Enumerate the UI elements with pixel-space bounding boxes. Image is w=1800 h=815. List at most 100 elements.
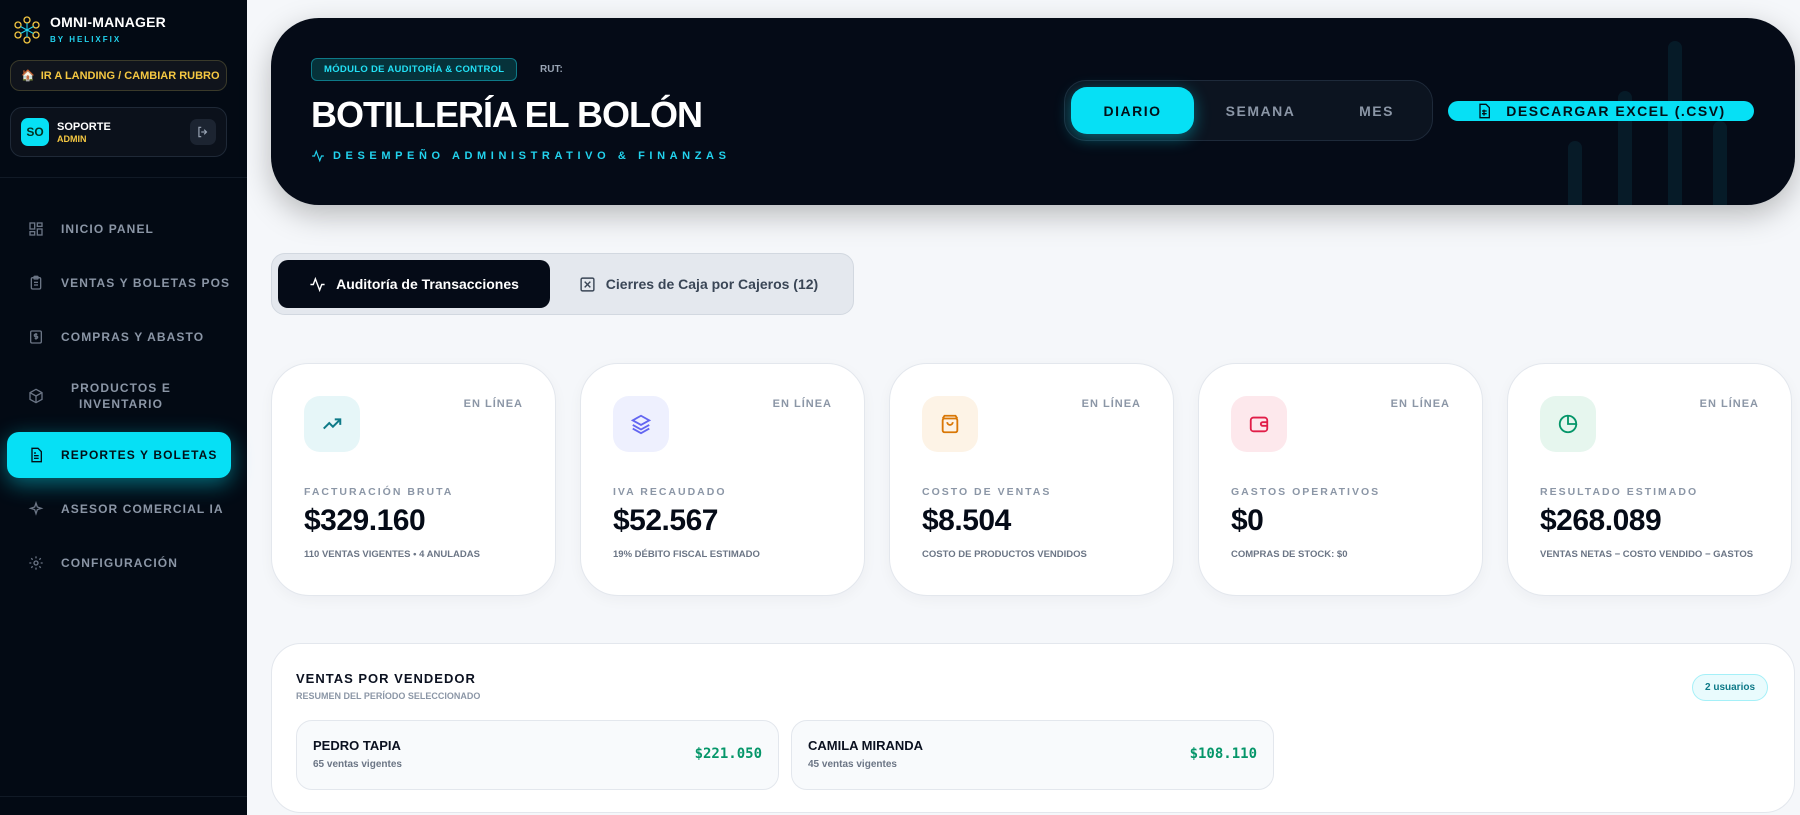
app-root: OMNI-MANAGER BY HELIXFIX 🏠 IR A LANDING … [0,0,1800,815]
activity-icon [312,149,324,163]
bag-icon [922,396,978,452]
users-count-badge: 2 usuarios [1692,674,1769,701]
sidebar: OMNI-MANAGER BY HELIXFIX 🏠 IR A LANDING … [0,0,247,815]
module-badge: MÓDULO DE AUDITORÍA & CONTROL [311,58,518,81]
user-card: SO SOPORTE ADMIN [10,107,227,157]
user-role: ADMIN [57,133,87,144]
sidebar-item-label: CONFIGURACIÓN [61,556,178,570]
kpi-caption: 110 VENTAS VIGENTES • 4 ANULADAS [304,549,480,560]
sidebar-item-ventas[interactable]: VENTAS Y BOLETAS POS [7,260,231,306]
sales-by-vendor-panel: VENTAS POR VENDEDOR RESUMEN DEL PERÍODO … [271,643,1795,813]
vendor-amount: $108.110 [1189,746,1257,762]
trending-up-icon [304,396,360,452]
kpi-value: $268.089 [1540,504,1662,537]
report-header: MÓDULO DE AUDITORÍA & CONTROL RUT: BOTIL… [271,18,1795,205]
pie-icon [1540,396,1596,452]
brand-logo[interactable]: OMNI-MANAGER BY HELIXFIX [12,14,166,44]
tab-label: Auditoría de Transacciones [336,276,519,292]
vendor-amount: $221.050 [694,746,762,762]
sidebar-item-label: PRODUCTOS E INVENTARIO [71,381,171,411]
sidebar-item-label: COMPRAS Y ABASTO [61,330,205,344]
kpi-caption: VENTAS NETAS − COSTO VENDIDO − GASTOS [1540,549,1754,560]
brand-name: OMNI-MANAGER [50,14,166,30]
tab-label: Cierres de Caja por Cajeros (12) [605,276,819,292]
status-badge: EN LÍNEA [1699,398,1759,410]
panel-title: VENTAS POR VENDEDOR [296,671,476,686]
kpi-caption: COSTO DE PRODUCTOS VENDIDOS [922,549,1087,560]
spreadsheet-icon [1479,103,1491,119]
landing-button[interactable]: 🏠 IR A LANDING / CAMBIAR RUBRO [10,60,227,91]
layers-icon [613,396,669,452]
kpi-value: $8.504 [922,504,1011,537]
rut-label: RUT: [540,64,563,75]
home-icon: 🏠 [21,70,35,82]
status-badge: EN LÍNEA [772,398,832,410]
kpi-card-resultado: EN LÍNEA RESULTADO ESTIMADO $268.089 VEN… [1507,363,1792,596]
tab-cierres-caja[interactable]: Cierres de Caja por Cajeros (12) [550,260,847,308]
kpi-card-facturacion: EN LÍNEA FACTURACIÓN BRUTA $329.160 110 … [271,363,556,596]
business-name: BOTILLERÍA EL BOLÓN [311,94,703,135]
grid-icon [27,220,45,238]
kpi-card-gastos: EN LÍNEA GASTOS OPERATIVOS $0 COMPRAS DE… [1198,363,1483,596]
sidebar-item-productos[interactable]: PRODUCTOS E INVENTARIO [7,368,231,424]
tab-auditoria[interactable]: Auditoría de Transacciones [278,260,550,308]
status-badge: EN LÍNEA [1390,398,1450,410]
period-selector: DIARIO SEMANA MES [1064,80,1433,141]
wallet-icon [1231,396,1287,452]
period-daily-button[interactable]: DIARIO [1071,87,1194,134]
logout-button[interactable] [190,119,216,145]
period-month-button[interactable]: MES [1327,87,1426,134]
sidebar-divider [0,177,247,178]
logout-icon [198,126,208,138]
activity-icon [310,276,325,292]
gear-icon [27,554,45,572]
export-label: DESCARGAR EXCEL (.CSV) [1506,103,1726,119]
kpi-cards: EN LÍNEA FACTURACIÓN BRUTA $329.160 110 … [271,363,1792,596]
status-badge: EN LÍNEA [1081,398,1141,410]
kpi-label: FACTURACIÓN BRUTA [304,486,454,498]
kpi-caption: 19% DÉBITO FISCAL ESTIMADO [613,549,760,560]
report-tabs: Auditoría de Transacciones Cierres de Ca… [271,253,854,315]
landing-button-label: IR A LANDING / CAMBIAR RUBRO [40,69,220,82]
bar-chart-decoration-icon [1568,41,1727,205]
sidebar-item-label: INICIO PANEL [61,222,154,236]
vendor-sales-count: 65 ventas vigentes [313,759,402,770]
hexagon-network-icon [14,16,40,44]
kpi-label: COSTO DE VENTAS [922,486,1052,498]
sidebar-item-inicio-panel[interactable]: INICIO PANEL [7,206,231,252]
sidebar-item-label: REPORTES Y BOLETAS [61,448,218,462]
sidebar-item-asesor[interactable]: ASESOR COMERCIAL IA [7,486,231,532]
vendor-sales-count: 45 ventas vigentes [808,759,897,770]
clipboard-icon [27,274,45,292]
export-excel-button[interactable]: DESCARGAR EXCEL (.CSV) [1448,101,1754,121]
vendor-row[interactable]: CAMILA MIRANDA 45 ventas vigentes $108.1… [791,720,1274,790]
sidebar-item-label: VENTAS Y BOLETAS POS [61,276,231,290]
kpi-label: GASTOS OPERATIVOS [1231,486,1381,498]
header-subtitle-text: DESEMPEÑO ADMINISTRATIVO & FINANZAS [333,150,731,162]
brand-subtitle: BY HELIXFIX [50,35,122,44]
avatar: SO [21,118,49,146]
panel-subtitle: RESUMEN DEL PERÍODO SELECCIONADO [296,691,481,701]
kpi-value: $0 [1231,504,1264,537]
status-badge: EN LÍNEA [463,398,523,410]
user-name: SOPORTE [57,120,111,133]
dollar-doc-icon [27,328,45,346]
vendor-name: PEDRO TAPIA [313,738,401,753]
kpi-label: RESULTADO ESTIMADO [1540,486,1699,498]
close-box-icon [580,276,595,292]
kpi-label: IVA RECAUDADO [613,486,727,498]
period-week-button[interactable]: SEMANA [1194,87,1327,134]
vendor-row[interactable]: PEDRO TAPIA 65 ventas vigentes $221.050 [296,720,779,790]
kpi-caption: COMPRAS DE STOCK: $0 [1231,549,1348,560]
sidebar-nav: INICIO PANEL VENTAS Y BOLETAS POS COMPRA… [7,206,231,594]
sidebar-item-compras[interactable]: COMPRAS Y ABASTO [7,314,231,360]
sidebar-item-reportes[interactable]: REPORTES Y BOLETAS [7,432,231,478]
sidebar-item-label: ASESOR COMERCIAL IA [61,502,224,516]
report-icon [27,446,45,464]
sparkle-icon [27,500,45,518]
kpi-card-costo: EN LÍNEA COSTO DE VENTAS $8.504 COSTO DE… [889,363,1174,596]
kpi-value: $52.567 [613,504,718,537]
box-icon [27,387,45,405]
kpi-value: $329.160 [304,504,426,537]
sidebar-item-configuracion[interactable]: CONFIGURACIÓN [7,540,231,586]
